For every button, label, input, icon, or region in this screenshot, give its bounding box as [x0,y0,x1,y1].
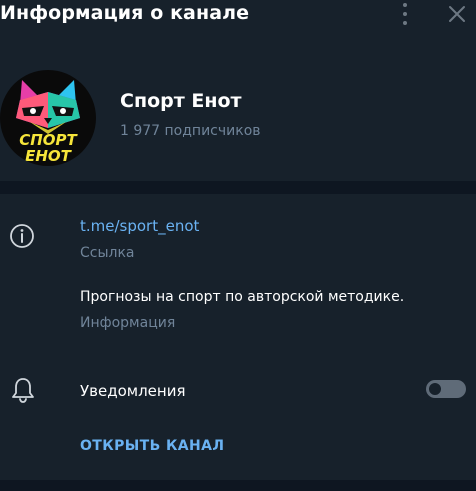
link-caption: Ссылка [80,245,135,261]
bell-icon [12,378,34,403]
more-vertical-icon[interactable] [396,3,414,25]
channel-link[interactable]: t.me/sport_enot [80,217,199,235]
section-divider [0,181,476,194]
avatar[interactable]: СПОРТ ЕНОТ [0,70,96,166]
subscriber-count: 1 977 подписчиков [120,123,261,139]
notifications-label: Уведомления [80,382,186,400]
channel-name: Спорт Енот [120,90,242,112]
bottom-divider [0,480,476,491]
page-title: Информация о канале [0,2,250,24]
open-channel-button[interactable]: ОТКРЫТЬ КАНАЛ [80,438,224,454]
notifications-toggle[interactable] [426,380,466,398]
avatar-text-line1: СПОРТ [19,131,77,149]
description-caption: Информация [80,315,176,331]
channel-profile: СПОРТ ЕНОТ Спорт Енот 1 977 подписчиков [0,60,476,180]
avatar-text-line2: ЕНОТ [25,147,71,165]
info-icon [10,224,34,248]
channel-description: Прогнозы на спорт по авторской методике. [80,289,405,305]
close-icon[interactable] [446,3,468,25]
header: Информация о канале [0,0,476,30]
toggle-knob [427,381,443,397]
